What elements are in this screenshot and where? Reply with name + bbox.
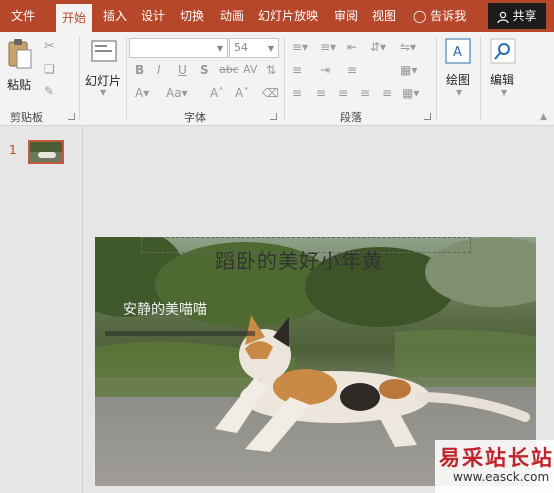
align-center-icon[interactable]: ≡ xyxy=(316,86,326,100)
numbering-icon[interactable]: ≡▾ xyxy=(320,40,336,54)
tab-view[interactable]: 视图 xyxy=(372,0,396,32)
chevron-down-icon: ▼ xyxy=(216,44,223,53)
tab-transitions[interactable]: 切换 xyxy=(180,0,204,32)
group-label-paragraph: 段落 xyxy=(340,111,362,124)
tab-design[interactable]: 设计 xyxy=(141,0,165,32)
separator xyxy=(79,36,80,120)
line-spacing-icon[interactable]: ⇵▾ xyxy=(370,40,386,54)
collapse-ribbon-icon[interactable]: ▲ xyxy=(540,110,547,124)
tell-me-label: 告诉我 xyxy=(430,9,467,23)
strikethrough-button[interactable]: abc xyxy=(219,63,239,77)
font-name-select[interactable]: ▼ xyxy=(129,38,228,58)
bullets-icon[interactable]: ≡▾ xyxy=(292,40,308,54)
slide-subtitle[interactable]: 安静的美喵喵 xyxy=(123,299,207,319)
clear-formatting-icon[interactable]: ⌫ xyxy=(262,86,279,100)
smartart-icon[interactable]: ▦▾ xyxy=(400,63,417,77)
ribbon-tab-bar: 文件 开始 插入 设计 切换 动画 幻灯片放映 审阅 视图 ◯ 告诉我 共享 xyxy=(0,0,554,32)
slide-number: 1 xyxy=(9,143,17,157)
text-highlight-icon[interactable]: Aa▾ xyxy=(166,86,188,100)
chevron-down-icon: ▼ xyxy=(267,44,274,53)
align-left-icon[interactable]: ≡ xyxy=(292,86,302,100)
new-slide-button[interactable]: 幻灯片 ▼ xyxy=(84,36,124,97)
slide-thumbnail-pane: 1 xyxy=(0,126,83,493)
clipboard-icon xyxy=(8,39,32,69)
watermark-url: www.easck.com xyxy=(453,470,550,484)
group-label-font: 字体 xyxy=(184,111,206,124)
chevron-down-icon: ▼ xyxy=(100,88,107,97)
font-size-value: 54 xyxy=(234,41,248,54)
paste-button[interactable]: 粘贴 xyxy=(5,36,35,96)
tab-file[interactable]: 文件 xyxy=(11,0,35,32)
tab-review[interactable]: 审阅 xyxy=(334,0,358,32)
chevron-down-icon: ▼ xyxy=(456,88,463,97)
separator xyxy=(284,36,285,120)
thumbnail-cat xyxy=(38,152,56,158)
align-right-icon[interactable]: ≡ xyxy=(338,86,348,100)
separator xyxy=(126,36,127,120)
powerpoint-window: 文件 开始 插入 设计 切换 动画 幻灯片放映 审阅 视图 ◯ 告诉我 共享 粘… xyxy=(0,0,554,493)
paragraph-launcher[interactable] xyxy=(424,113,431,120)
drawing-button[interactable]: A 绘图 ▼ xyxy=(441,36,481,102)
person-icon xyxy=(497,11,510,24)
slide-title[interactable]: 蹈卧的美好小年黄 xyxy=(215,245,383,274)
svg-text:A: A xyxy=(453,45,462,60)
underline-button[interactable]: U xyxy=(178,63,187,77)
columns-split-icon[interactable]: ▦▾ xyxy=(402,86,419,100)
shadow-button[interactable]: S xyxy=(200,63,209,77)
group-label-clipboard: 剪贴板 xyxy=(10,111,43,124)
font-color-icon[interactable]: A▾ xyxy=(135,86,149,100)
paste-label: 粘贴 xyxy=(7,78,32,92)
tab-animations[interactable]: 动画 xyxy=(220,0,244,32)
tab-slideshow[interactable]: 幻灯片放映 xyxy=(258,0,318,32)
share-label: 共享 xyxy=(512,9,537,23)
tab-home[interactable]: 开始 xyxy=(56,4,93,32)
separator xyxy=(480,36,481,120)
thumbnail-foliage xyxy=(30,142,62,152)
share-button[interactable]: 共享 xyxy=(488,3,546,29)
slide-thumbnail[interactable] xyxy=(28,140,64,164)
tab-insert[interactable]: 插入 xyxy=(103,0,127,32)
new-slide-icon xyxy=(91,40,117,62)
copy-icon[interactable]: ❏ xyxy=(44,62,55,76)
bold-button[interactable]: B xyxy=(135,63,144,77)
lightbulb-icon: ◯ xyxy=(413,9,427,23)
font-launcher[interactable] xyxy=(270,113,277,120)
text-direction-icon[interactable]: ⇋▾ xyxy=(400,40,416,54)
font-size-select[interactable]: 54 ▼ xyxy=(229,38,279,58)
shrink-font-icon[interactable]: Aˇ xyxy=(235,86,249,100)
change-case-icon[interactable]: ⇅ xyxy=(266,63,276,77)
justify-icon[interactable]: ≡ xyxy=(360,86,370,100)
editing-button[interactable]: 编辑 ▼ xyxy=(486,36,526,102)
increase-indent-icon[interactable]: ⇥ xyxy=(320,63,330,77)
decrease-indent-icon[interactable]: ⇤ xyxy=(347,40,357,54)
cut-icon[interactable]: ✂ xyxy=(44,40,55,54)
grow-font-icon[interactable]: Aˆ xyxy=(210,86,224,100)
ribbon-home: 粘贴 ✂ ❏ ✎ 剪贴板 幻灯片 ▼ ▼ 54 ▼ B I U S abc AV… xyxy=(0,32,554,126)
shapes-icon: A xyxy=(445,38,471,64)
magnifier-icon xyxy=(490,38,516,64)
columns-icon[interactable]: ≡ xyxy=(292,63,302,77)
italic-button[interactable]: I xyxy=(157,63,161,77)
separator xyxy=(436,36,437,120)
tell-me-box[interactable]: ◯ 告诉我 xyxy=(413,0,466,32)
character-spacing-button[interactable]: AV xyxy=(243,63,257,77)
format-painter-icon[interactable]: ✎ xyxy=(44,84,54,98)
chevron-down-icon: ▼ xyxy=(501,88,508,97)
clipboard-launcher[interactable] xyxy=(68,113,75,120)
distributed-icon[interactable]: ≡ xyxy=(382,86,392,100)
watermark-name: 易采站长站 xyxy=(439,445,554,470)
subtitle-underline xyxy=(105,331,255,336)
align-text-icon[interactable]: ≡ xyxy=(347,63,357,77)
site-watermark: 易采站长站 www.easck.com xyxy=(435,440,554,493)
